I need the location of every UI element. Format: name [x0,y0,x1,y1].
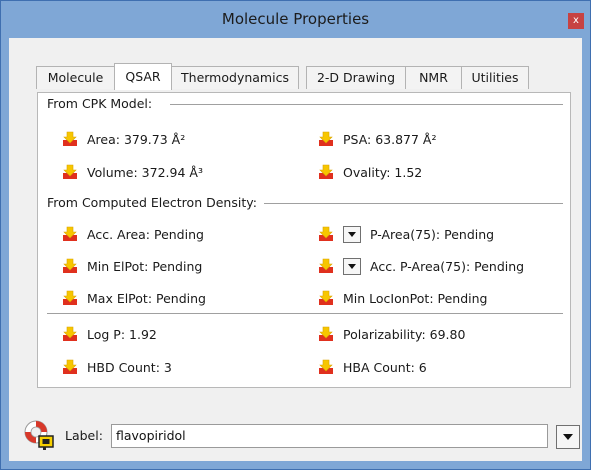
property-label: Max ElPot: Pending [87,290,206,306]
property-min-locionpot[interactable]: Min LocIonPot: Pending [318,289,487,307]
chevron-down-icon[interactable] [343,225,361,243]
property-label: Ovality: 1.52 [343,164,423,180]
export-arrow-icon[interactable] [318,359,334,375]
export-arrow-icon[interactable] [318,326,334,342]
property-hbd-count[interactable]: HBD Count: 3 [62,358,172,376]
export-arrow-icon[interactable] [62,359,78,375]
label-caption: Label: [65,428,103,443]
property-label: Acc. Area: Pending [87,226,204,242]
lifebuoy-icon[interactable] [22,418,56,452]
property-label: Min ElPot: Pending [87,258,203,274]
export-arrow-icon[interactable] [318,131,334,147]
export-arrow-icon[interactable] [318,226,334,242]
tab-molecule[interactable]: Molecule [36,66,115,89]
tab-nmr[interactable]: NMR [405,66,462,89]
property-label: Volume: 372.94 Å³ [87,164,203,180]
property-log-p[interactable]: Log P: 1.92 [62,325,157,343]
tab-utilities[interactable]: Utilities [461,66,529,89]
property-hba-count[interactable]: HBA Count: 6 [318,358,427,376]
section-rule [264,203,563,204]
property-label: Area: 379.73 Å² [87,131,186,147]
label-input[interactable]: flavopiridol [111,424,548,448]
export-arrow-icon[interactable] [62,290,78,306]
section-header-density: From Computed Electron Density: [47,195,261,210]
property-min-elpot[interactable]: Min ElPot: Pending [62,257,202,275]
property-acc-area[interactable]: Acc. Area: Pending [62,225,204,243]
property-label: Polarizability: 69.80 [343,326,466,342]
property-polarizability[interactable]: Polarizability: 69.80 [318,325,465,343]
property-label: Min LocIonPot: Pending [343,290,488,306]
export-arrow-icon[interactable] [318,258,334,274]
export-arrow-icon[interactable] [62,131,78,147]
property-label: Log P: 1.92 [87,326,157,342]
property-ovality[interactable]: Ovality: 1.52 [318,163,422,181]
title-bar[interactable]: Molecule Properties x [1,1,590,38]
section-header-cpk: From CPK Model: [47,96,157,111]
property-label: PSA: 63.877 Å² [343,131,437,147]
tab-thermodynamics[interactable]: Thermodynamics [171,66,299,89]
property-label: P-Area(75): Pending [370,226,495,242]
export-arrow-icon[interactable] [62,326,78,342]
window-title: Molecule Properties [221,10,370,28]
chevron-down-icon[interactable] [343,257,361,275]
property-psa[interactable]: PSA: 63.877 Å² [318,130,437,148]
close-button[interactable]: x [568,13,584,29]
section-rule [170,104,563,105]
export-arrow-icon[interactable] [62,258,78,274]
chevron-down-icon[interactable] [556,425,580,449]
export-arrow-icon[interactable] [62,226,78,242]
export-arrow-icon[interactable] [62,164,78,180]
export-arrow-icon[interactable] [318,164,334,180]
property-max-elpot[interactable]: Max ElPot: Pending [62,289,206,307]
property-label: HBD Count: 3 [87,359,172,375]
section-rule [47,313,563,314]
tab-2d-drawing[interactable]: 2-D Drawing [306,66,406,89]
property-label: HBA Count: 6 [343,359,427,375]
property-volume[interactable]: Volume: 372.94 Å³ [62,163,203,181]
property-acc-p-area[interactable]: Acc. P-Area(75): Pending [318,257,524,275]
export-arrow-icon[interactable] [318,290,334,306]
tab-qsar[interactable]: QSAR [114,63,172,90]
property-label: Acc. P-Area(75): Pending [370,258,525,274]
property-p-area[interactable]: P-Area(75): Pending [318,225,494,243]
property-area[interactable]: Area: 379.73 Å² [62,130,185,148]
